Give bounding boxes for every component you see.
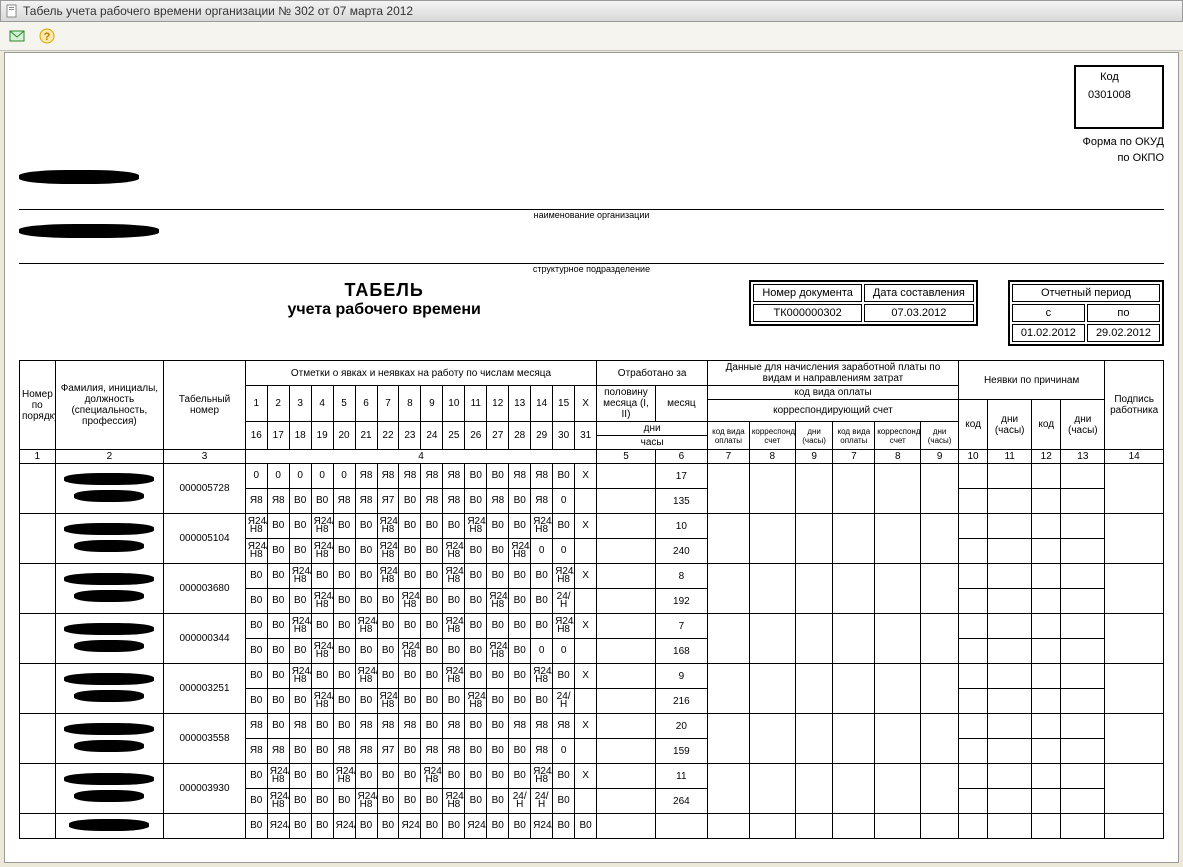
doc-title-2: учета рабочего времени: [19, 301, 749, 319]
employee-tab-number: 000003558: [164, 714, 246, 764]
period-to-label: по: [1087, 304, 1160, 322]
col-marks: Отметки о явках и неявках на работу по ч…: [245, 361, 596, 386]
doc-title-1: ТАБЕЛЬ: [19, 280, 749, 301]
table-row: 000000344В0В0Я24/Н8В0В0Я24/Н8В0В0В0Я24/Н…: [20, 614, 1164, 639]
help-button[interactable]: ?: [36, 25, 58, 47]
col-absence: Неявки по причинам: [958, 361, 1104, 400]
abs-code-2: код: [1032, 400, 1061, 450]
document-viewport[interactable]: Код 0301008 Форма по ОКУД по ОКПО наимен…: [4, 52, 1179, 863]
period-from-label: с: [1012, 304, 1085, 322]
email-button[interactable]: [6, 25, 28, 47]
col-num: Номер по порядку: [20, 361, 56, 450]
col-tab: Табельный номер: [164, 361, 246, 450]
table-row: 000005104Я24/Н8В0В0Я24/Н8В0В0Я24/Н8В0В0В…: [20, 514, 1164, 539]
employee-name-redacted: [64, 773, 154, 785]
employee-name-redacted: [64, 723, 154, 735]
employee-tab-number: 000005104: [164, 514, 246, 564]
envelope-icon: [9, 29, 25, 43]
col-corr: корреспондирующий счет: [708, 400, 959, 422]
abs-dh-1: дни (часы): [988, 400, 1032, 450]
employee-tab-number: 000000344: [164, 614, 246, 664]
doc-num-label: Номер документа: [753, 284, 862, 302]
period-from: 01.02.2012: [1012, 324, 1085, 342]
employee-tab-number: 000003680: [164, 564, 246, 614]
period-to: 29.02.2012: [1087, 324, 1160, 342]
pay-corr-2: корреспондирующий счет: [875, 422, 921, 450]
col-sign: Подпись работника: [1105, 361, 1164, 450]
doc-info-box: Номер документаДата составления ТК000000…: [749, 280, 978, 326]
pay-code-2: код вида оплаты: [833, 422, 875, 450]
worked-hours: 240: [655, 539, 707, 564]
toolbar: ?: [0, 22, 1183, 51]
worked-hours: 264: [655, 789, 707, 814]
col-name: Фамилия, инициалы, должность (специально…: [55, 361, 164, 450]
window-titlebar: Табель учета рабочего времени организаци…: [0, 0, 1183, 22]
col-paycode: код вида оплаты: [708, 386, 959, 400]
doc-date: 07.03.2012: [864, 304, 974, 322]
table-row: В0Я24/В0В0Я24/В0В0Я24/В0В0Я24/В0В0Я24/В0…: [20, 814, 1164, 839]
employee-name-redacted: [64, 673, 154, 685]
code-label: Код: [1078, 69, 1141, 85]
col-payroll: Данные для начисления заработной платы п…: [708, 361, 959, 386]
doc-date-label: Дата составления: [864, 284, 974, 302]
table-row: 00000572800000Я8Я8Я8Я8Я8В0В0Я8Я8В0X17: [20, 464, 1164, 489]
svg-text:?: ?: [44, 31, 51, 43]
col-half: половину месяца (I, II): [597, 386, 656, 422]
table-row: 000003251В0В0Я24/Н8В0В0Я24/Н8В0В0В0Я24/Н…: [20, 664, 1164, 689]
dept-name-redacted: [19, 224, 159, 238]
worked-hours: 135: [655, 489, 707, 514]
pay-dh-1: дни (часы): [795, 422, 833, 450]
employee-name-redacted: [64, 523, 154, 535]
employee-name-redacted: [64, 573, 154, 585]
table-row: 000003930В0Я24/Н8В0В0Я24/Н8В0В0В0Я24/Н8В…: [20, 764, 1164, 789]
worked-days: 17: [655, 464, 707, 489]
col-worked: Отработано за: [597, 361, 708, 386]
worked-hours: 168: [655, 639, 707, 664]
okud-value: 0301008: [1078, 87, 1141, 103]
okpo-value: [1078, 105, 1141, 125]
employee-tab-number: 000003251: [164, 664, 246, 714]
abs-code-1: код: [958, 400, 987, 450]
worked-days: 10: [655, 514, 707, 539]
okud-label: Форма по ОКУД: [1083, 134, 1165, 150]
pay-corr-1: корреспондирующий счет: [749, 422, 795, 450]
pay-dh-2: дни (часы): [921, 422, 959, 450]
worked-days: 9: [655, 664, 707, 689]
table-row: 000003558Я8В0Я8В0В0Я8Я8Я8В0Я8В0В0Я8Я8Я8X…: [20, 714, 1164, 739]
org-name-redacted: [19, 170, 139, 184]
worked-hours: 216: [655, 689, 707, 714]
code-box: Код 0301008: [1074, 65, 1164, 129]
worked-hours: 159: [655, 739, 707, 764]
col-hours: часы: [597, 436, 708, 450]
abs-dh-2: дни (часы): [1061, 400, 1105, 450]
worked-hours: 192: [655, 589, 707, 614]
pay-code-1: код вида оплаты: [708, 422, 750, 450]
timesheet-table: Номер по порядку Фамилия, инициалы, долж…: [19, 360, 1164, 839]
window-title: Табель учета рабочего времени организаци…: [23, 4, 413, 18]
worked-days: 20: [655, 714, 707, 739]
org-caption: наименование организации: [19, 210, 1164, 220]
employee-name-redacted: [64, 473, 154, 485]
worked-days: 7: [655, 614, 707, 639]
period-label: Отчетный период: [1012, 284, 1160, 302]
employee-tab-number: 000003930: [164, 764, 246, 814]
help-icon: ?: [39, 28, 55, 44]
worked-days: 11: [655, 764, 707, 789]
dept-caption: структурное подразделение: [19, 264, 1164, 274]
col-month: месяц: [655, 386, 707, 422]
table-row: 000003680В0В0Я24/Н8В0В0В0Я24/Н8В0В0Я24/Н…: [20, 564, 1164, 589]
okpo-label: по ОКПО: [1083, 150, 1165, 166]
employee-name-redacted: [64, 623, 154, 635]
col-days: дни: [597, 422, 708, 436]
worked-days: 8: [655, 564, 707, 589]
document-icon: [5, 4, 19, 18]
period-box: Отчетный период спо 01.02.201229.02.2012: [1008, 280, 1164, 346]
doc-num: ТК000000302: [753, 304, 862, 322]
employee-tab-number: 000005728: [164, 464, 246, 514]
